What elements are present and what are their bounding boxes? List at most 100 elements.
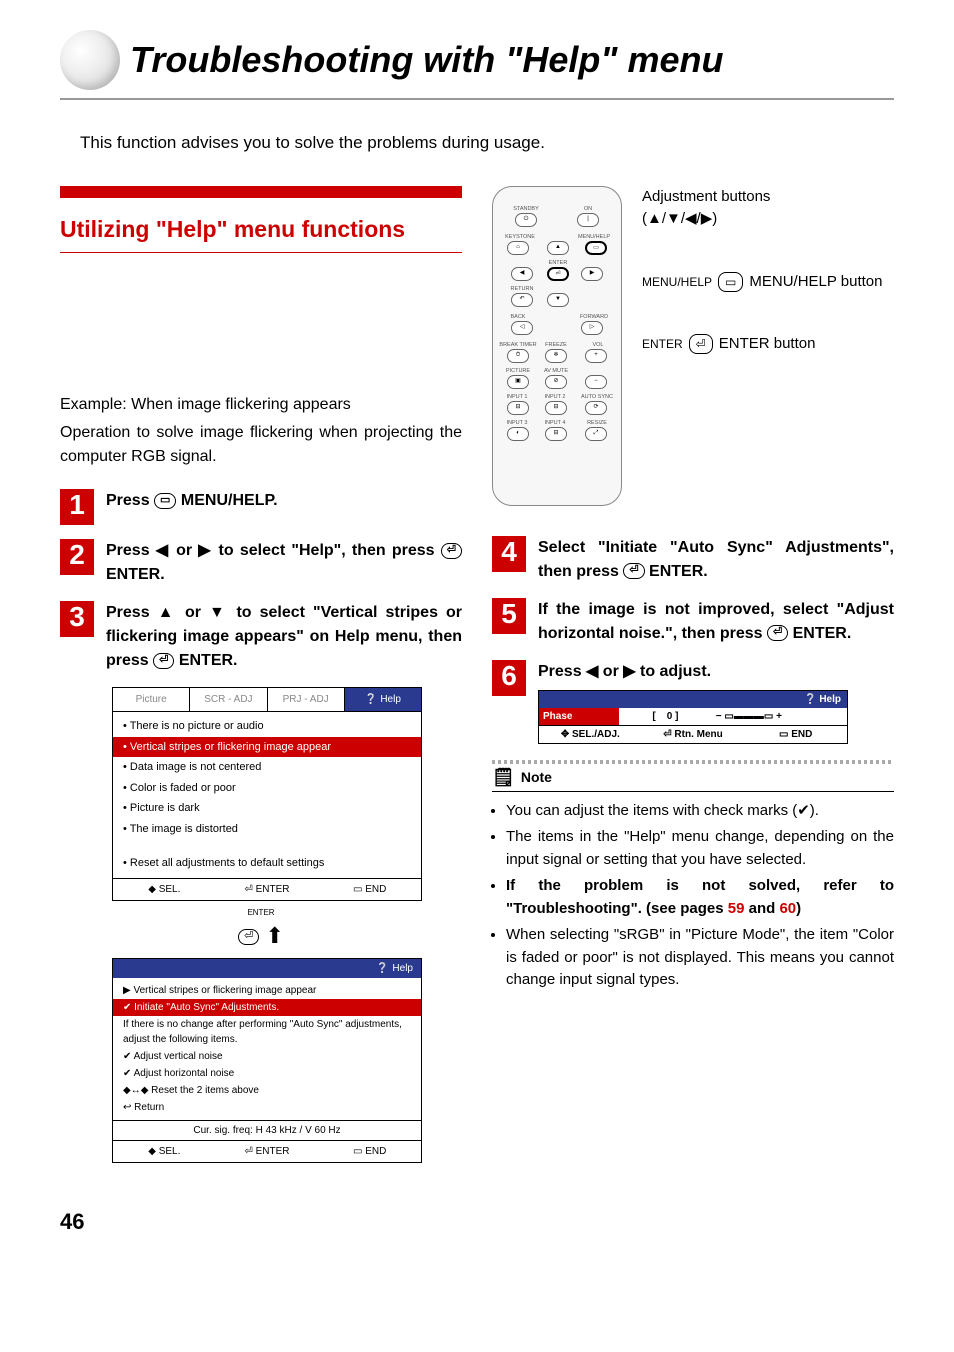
remote-label-breaktimer: BREAK TIMER [499,341,537,349]
remote-input3-button: ◐ [507,427,529,441]
osd-item: • Color is faded or poor [113,778,421,799]
remote-keystone-button: ⌂ [507,241,529,255]
decorative-sphere [60,30,120,90]
remote-label-keystone: KEYSTONE [503,233,537,241]
remote-input2-button: ⊟ [545,401,567,415]
enter-button-icon: ⏎ [441,543,462,559]
remote-input4-button: ⊟ [545,427,567,441]
remote-label-on: ON [573,205,603,213]
step-4-text-b: ENTER. [649,563,708,580]
enter-button-icon: ⏎ [623,563,644,579]
page-title: Troubleshooting with "Help" menu [130,33,723,87]
phase-param-label: Phase [539,708,619,725]
remote-label-resize: RESIZE [583,419,611,427]
step-number: 4 [492,536,526,572]
osd-tab-help: ❔Help [345,688,421,711]
page-link[interactable]: 59 [728,900,745,917]
osd-foot-sel: ◆ SEL. [113,1141,216,1162]
osd-item: • Reset all adjustments to default setti… [113,853,421,874]
menu-help-button-icon: ▭ [154,493,176,509]
help-icon: ❔ [376,961,388,976]
note-icon: 🗒 [492,764,515,791]
step-1: 1 Press ▭ MENU/HELP. [60,489,462,525]
phase-footer: ✥ SEL./ADJ. ⏎ Rtn. Menu ▭ END [539,725,847,743]
enter-arrow-indicator: ENTER ⏎ ⬆ [60,907,462,952]
enter-small-label: ENTER [60,907,462,919]
osd-foot-sel: ◆ SEL. [113,879,216,900]
osd-help-label: Help [392,961,413,976]
phase-foot-end: ▭ END [744,726,847,743]
phase-slider: − ▭▬▬▬▭ + [712,708,847,725]
remote-label-in2: INPUT 2 [541,393,569,401]
page-link[interactable]: 60 [779,900,796,917]
step-6: 6 Press ◀ or ▶ to adjust. ❔ Help Phase [… [492,660,894,744]
osd-tab-help-label: Help [380,692,401,707]
note-item: When selecting "sRGB" in "Picture Mode",… [506,924,894,992]
step-1-text-a: Press [106,492,154,509]
step-5: 5 If the image is not improved, select "… [492,598,894,646]
osd-tabs: Picture SCR - ADJ PRJ - ADJ ❔Help [113,688,421,712]
osd-tab-scr: SCR - ADJ [190,688,267,711]
remote-right-button: ▶ [581,267,603,281]
step-2-text-a: Press ◀ or ▶ to select "Help", then pres… [106,542,441,559]
remote-menu-help-button: ▭ [585,241,607,255]
step-6-text: Press ◀ or ▶ to adjust. [538,663,711,680]
remote-down-button: ▼ [547,293,569,307]
note-item: You can adjust the items with check mark… [506,800,894,823]
remote-label-in3: INPUT 3 [503,419,531,427]
remote-label-vol: VOL [587,341,609,349]
remote-vol-down-button: − [585,375,607,389]
osd-item-selected: ✔ Initiate "Auto Sync" Adjustments. [113,999,421,1016]
intro-text: This function advises you to solve the p… [80,130,894,156]
remote-avmute-button: ⊘ [545,375,567,389]
example-label: Example: When image flickering appears [60,393,462,417]
remote-standby-button: ⏻ [515,213,537,227]
osd-item: • There is no picture or audio [113,716,421,737]
callout-menu-help: MENU/HELP ▭ MENU/HELP button [642,271,894,294]
remote-pmode-button: ▣ [507,375,529,389]
osd-foot-enter: ⏎ ENTER [216,879,319,900]
osd-item: ✔ Adjust horizontal noise [113,1065,421,1082]
remote-label-in4: INPUT 4 [541,419,569,427]
enter-button-icon: ⏎ [767,625,788,641]
callout-label: Adjustment buttons [642,186,894,209]
osd-foot-end: ▭ END [318,879,421,900]
remote-diagram: STANDBY ⏻ ON | KEYSTONE ⌂ ▲ MENU/HELP ▭ … [492,186,894,506]
remote-vol-up-button: + [585,349,607,363]
step-4-text-a: Select "Initiate "Auto Sync" Adjustments… [538,539,894,580]
callout-symbols: (▲/▼/◀/▶) [642,208,894,231]
step-4: 4 Select "Initiate "Auto Sync" Adjustmen… [492,536,894,584]
step-3: 3 Press ▲ or ▼ to select "Vertical strip… [60,601,462,673]
osd-menu-body: • There is no picture or audio • Vertica… [113,712,421,878]
osd-item-selected: • Vertical stripes or flickering image a… [113,737,421,758]
page-header: Troubleshooting with "Help" menu [60,30,894,100]
remote-return-button: ↶ [511,293,533,307]
step-2-text-b: ENTER. [106,566,165,583]
osd-item: • Data image is not centered [113,757,421,778]
phase-header: ❔ Help [539,691,847,708]
example-text: Operation to solve image flickering when… [60,421,462,469]
remote-label-standby: STANDBY [511,205,541,213]
note-list: You can adjust the items with check mark… [492,800,894,992]
callout-enter: ENTER ⏎ ENTER button [642,333,894,356]
remote-freeze-button: ❄ [545,349,567,363]
osd-signal-info: Cur. sig. freq: H 43 kHz / V 60 Hz [113,1120,421,1140]
remote-control: STANDBY ⏻ ON | KEYSTONE ⌂ ▲ MENU/HELP ▭ … [492,186,622,506]
step-number: 6 [492,660,526,696]
remote-autosync-button: ⟳ [585,401,607,415]
osd-help-menu: Picture SCR - ADJ PRJ - ADJ ❔Help • Ther… [112,687,422,901]
remote-input1-button: ⊟ [507,401,529,415]
remote-up-button: ▲ [547,241,569,255]
osd-item: ▶ Vertical stripes or flickering image a… [113,982,421,999]
dotted-border [492,760,894,764]
phase-foot-sel: ✥ SEL./ADJ. [539,726,642,743]
step-number: 5 [492,598,526,634]
osd-foot-enter: ⏎ ENTER [216,1141,319,1162]
osd-item: • The image is distorted [113,819,421,840]
step-number: 3 [60,601,94,637]
remote-label-enter: ENTER [543,259,573,267]
remote-left-button: ◀ [511,267,533,281]
remote-label-return: RETURN [507,285,537,293]
osd-item: ◆↔◆ Reset the 2 items above [113,1082,421,1099]
step-number: 2 [60,539,94,575]
